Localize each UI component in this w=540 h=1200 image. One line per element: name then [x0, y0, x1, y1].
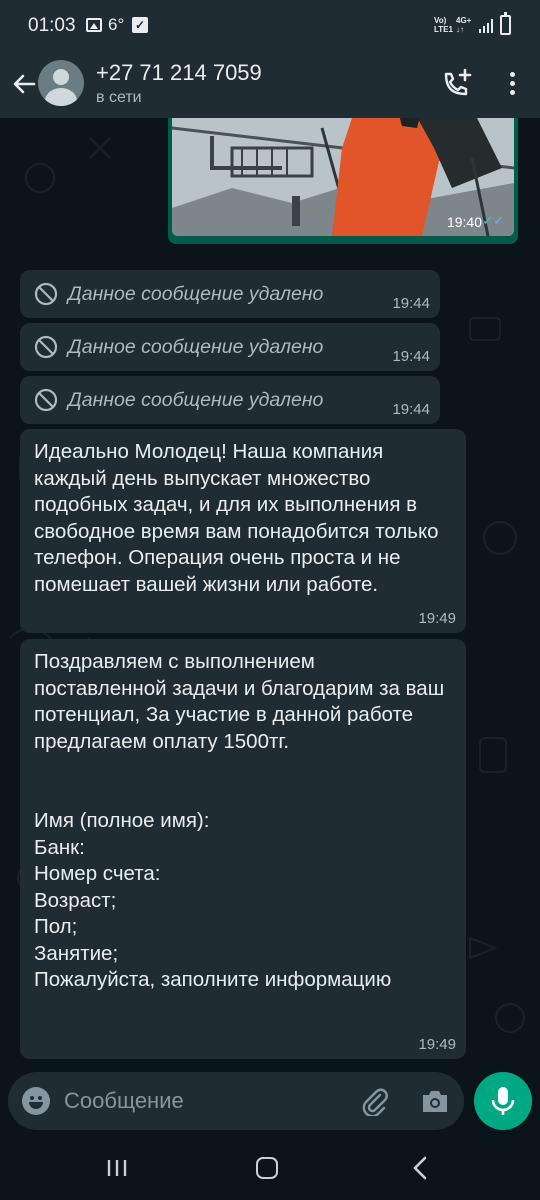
status-bar: 01:03 6° ✓ Vo) LTE1 4G+ ↓↑	[0, 0, 540, 52]
avatar-head-shape	[53, 69, 69, 85]
volte-bottom-label: LTE1	[434, 25, 453, 34]
home-icon[interactable]	[256, 1157, 278, 1179]
outgoing-video-message[interactable]: 19:40 ✓✓	[168, 118, 518, 244]
message-text: Идеально Молодец! Наша компания каждый д…	[34, 440, 445, 596]
whatsapp-chat-screen: 01:03 6° ✓ Vo) LTE1 4G+ ↓↑ +27 71 214 70…	[0, 0, 540, 1200]
emoji-icon[interactable]	[22, 1087, 50, 1115]
avatar[interactable]	[38, 60, 84, 106]
battery-icon	[500, 12, 511, 35]
video-thumbnail[interactable]: 19:40 ✓✓	[172, 118, 514, 236]
message-time: 19:44	[392, 295, 430, 312]
message-time: 19:44	[392, 348, 430, 365]
signal-icon	[479, 19, 493, 33]
nav-back-icon[interactable]	[410, 1156, 430, 1180]
status-temperature: 6°	[108, 15, 125, 34]
system-navigation-bar	[0, 1136, 540, 1200]
message-input-container[interactable]	[8, 1072, 464, 1130]
gallery-icon	[86, 18, 102, 32]
recent-apps-icon[interactable]	[106, 1158, 128, 1178]
deleted-message[interactable]: Данное сообщение удалено 19:44	[20, 376, 440, 424]
message-time: 19:49	[418, 1036, 456, 1053]
incoming-message[interactable]: Поздравляем с выполнением поставленной з…	[20, 639, 466, 1059]
phone-plus-icon[interactable]	[438, 66, 474, 102]
volte-indicator: Vo) LTE1	[434, 16, 453, 34]
ban-icon	[34, 282, 58, 306]
data-top-label: 4G+	[456, 16, 472, 25]
chat-header: +27 71 214 7059 в сети	[0, 52, 540, 118]
deleted-message-text: Данное сообщение удалено	[68, 336, 324, 358]
deleted-message[interactable]: Данное сообщение удалено 19:44	[20, 323, 440, 371]
microphone-icon[interactable]	[474, 1072, 532, 1130]
contact-status: в сети	[96, 89, 142, 106]
deleted-message-text: Данное сообщение удалено	[68, 283, 324, 305]
message-input-bar	[0, 1070, 540, 1132]
back-arrow-icon[interactable]	[8, 68, 40, 100]
camera-icon[interactable]	[420, 1087, 450, 1115]
message-time: 19:44	[392, 401, 430, 418]
data-indicator: 4G+ ↓↑	[456, 16, 471, 34]
media-time: 19:40	[446, 214, 482, 230]
message-text: Поздравляем с выполнением поставленной з…	[34, 650, 445, 991]
data-bottom-label: ↓↑	[456, 25, 464, 34]
paperclip-icon[interactable]	[360, 1086, 390, 1116]
chat-area[interactable]: 19:40 ✓✓ Данное сообщение удалено 19:44 …	[0, 118, 540, 1068]
message-time: 19:49	[418, 610, 456, 627]
message-input[interactable]	[64, 1086, 354, 1116]
ban-icon	[34, 388, 58, 412]
incoming-message[interactable]: Идеально Молодец! Наша компания каждый д…	[20, 429, 466, 633]
deleted-message[interactable]: Данное сообщение удалено 19:44	[20, 270, 440, 318]
status-time: 01:03	[28, 15, 76, 36]
microphone-glyph	[491, 1087, 515, 1115]
deleted-message-text: Данное сообщение удалено	[68, 389, 324, 411]
ban-icon	[34, 335, 58, 359]
contact-name[interactable]: +27 71 214 7059	[96, 60, 262, 86]
read-ticks-icon: ✓✓	[482, 213, 504, 228]
more-vertical-icon[interactable]	[500, 68, 524, 102]
avatar-body-shape	[45, 88, 77, 106]
checkbox-notification-icon: ✓	[132, 17, 148, 33]
volte-top-label: Vo)	[434, 16, 447, 25]
